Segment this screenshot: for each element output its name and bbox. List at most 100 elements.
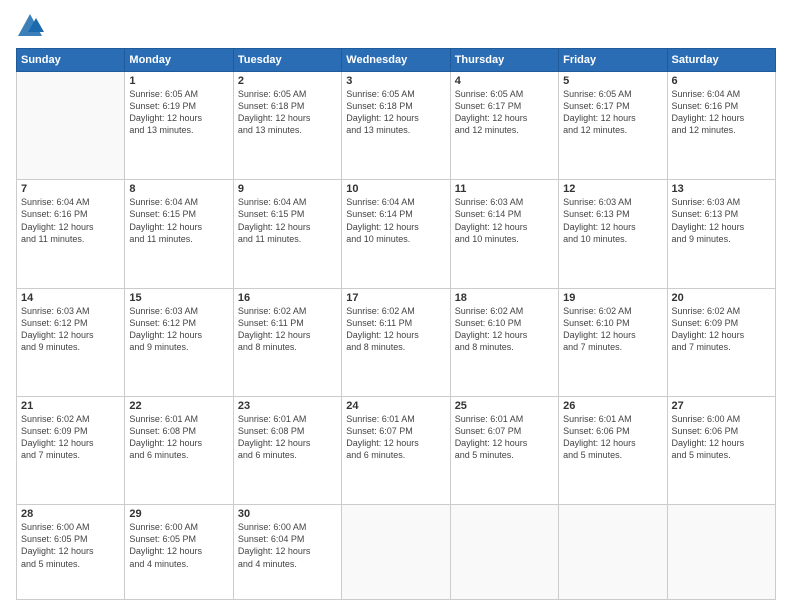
calendar-cell: 12Sunrise: 6:03 AMSunset: 6:13 PMDayligh… xyxy=(559,180,667,288)
day-number: 29 xyxy=(129,508,228,520)
day-info: Sunrise: 6:03 AMSunset: 6:12 PMDaylight:… xyxy=(129,305,228,354)
calendar-cell xyxy=(342,505,450,600)
day-number: 10 xyxy=(346,183,445,195)
day-info: Sunrise: 6:05 AMSunset: 6:17 PMDaylight:… xyxy=(455,88,554,137)
calendar-cell: 19Sunrise: 6:02 AMSunset: 6:10 PMDayligh… xyxy=(559,288,667,396)
calendar-cell: 24Sunrise: 6:01 AMSunset: 6:07 PMDayligh… xyxy=(342,396,450,504)
calendar-cell xyxy=(559,505,667,600)
calendar-cell: 3Sunrise: 6:05 AMSunset: 6:18 PMDaylight… xyxy=(342,72,450,180)
day-info: Sunrise: 6:02 AMSunset: 6:09 PMDaylight:… xyxy=(21,413,120,462)
day-number: 18 xyxy=(455,292,554,304)
calendar-cell: 11Sunrise: 6:03 AMSunset: 6:14 PMDayligh… xyxy=(450,180,558,288)
day-number: 24 xyxy=(346,400,445,412)
day-number: 20 xyxy=(672,292,771,304)
day-info: Sunrise: 6:01 AMSunset: 6:07 PMDaylight:… xyxy=(455,413,554,462)
day-info: Sunrise: 6:02 AMSunset: 6:09 PMDaylight:… xyxy=(672,305,771,354)
calendar-cell: 7Sunrise: 6:04 AMSunset: 6:16 PMDaylight… xyxy=(17,180,125,288)
calendar-cell: 25Sunrise: 6:01 AMSunset: 6:07 PMDayligh… xyxy=(450,396,558,504)
calendar-cell: 16Sunrise: 6:02 AMSunset: 6:11 PMDayligh… xyxy=(233,288,341,396)
day-info: Sunrise: 6:01 AMSunset: 6:08 PMDaylight:… xyxy=(129,413,228,462)
calendar-cell: 22Sunrise: 6:01 AMSunset: 6:08 PMDayligh… xyxy=(125,396,233,504)
calendar-cell: 27Sunrise: 6:00 AMSunset: 6:06 PMDayligh… xyxy=(667,396,775,504)
calendar-cell: 28Sunrise: 6:00 AMSunset: 6:05 PMDayligh… xyxy=(17,505,125,600)
day-info: Sunrise: 6:02 AMSunset: 6:10 PMDaylight:… xyxy=(563,305,662,354)
calendar-cell: 18Sunrise: 6:02 AMSunset: 6:10 PMDayligh… xyxy=(450,288,558,396)
day-number: 4 xyxy=(455,75,554,87)
weekday-header-wednesday: Wednesday xyxy=(342,49,450,72)
calendar-cell: 26Sunrise: 6:01 AMSunset: 6:06 PMDayligh… xyxy=(559,396,667,504)
day-info: Sunrise: 6:02 AMSunset: 6:11 PMDaylight:… xyxy=(238,305,337,354)
day-info: Sunrise: 6:00 AMSunset: 6:04 PMDaylight:… xyxy=(238,521,337,570)
day-info: Sunrise: 6:02 AMSunset: 6:11 PMDaylight:… xyxy=(346,305,445,354)
day-number: 13 xyxy=(672,183,771,195)
day-number: 17 xyxy=(346,292,445,304)
calendar-cell xyxy=(667,505,775,600)
weekday-header-row: SundayMondayTuesdayWednesdayThursdayFrid… xyxy=(17,49,776,72)
weekday-header-sunday: Sunday xyxy=(17,49,125,72)
day-number: 12 xyxy=(563,183,662,195)
day-info: Sunrise: 6:04 AMSunset: 6:16 PMDaylight:… xyxy=(672,88,771,137)
calendar-cell: 20Sunrise: 6:02 AMSunset: 6:09 PMDayligh… xyxy=(667,288,775,396)
day-number: 5 xyxy=(563,75,662,87)
day-info: Sunrise: 6:02 AMSunset: 6:10 PMDaylight:… xyxy=(455,305,554,354)
day-number: 6 xyxy=(672,75,771,87)
day-number: 19 xyxy=(563,292,662,304)
day-number: 2 xyxy=(238,75,337,87)
day-info: Sunrise: 6:04 AMSunset: 6:15 PMDaylight:… xyxy=(238,196,337,245)
calendar-cell xyxy=(450,505,558,600)
day-number: 11 xyxy=(455,183,554,195)
day-number: 28 xyxy=(21,508,120,520)
day-number: 9 xyxy=(238,183,337,195)
calendar-table: SundayMondayTuesdayWednesdayThursdayFrid… xyxy=(16,48,776,600)
day-number: 3 xyxy=(346,75,445,87)
day-number: 23 xyxy=(238,400,337,412)
calendar-week-row: 21Sunrise: 6:02 AMSunset: 6:09 PMDayligh… xyxy=(17,396,776,504)
weekday-header-thursday: Thursday xyxy=(450,49,558,72)
day-number: 1 xyxy=(129,75,228,87)
calendar-cell: 23Sunrise: 6:01 AMSunset: 6:08 PMDayligh… xyxy=(233,396,341,504)
day-info: Sunrise: 6:05 AMSunset: 6:17 PMDaylight:… xyxy=(563,88,662,137)
day-info: Sunrise: 6:01 AMSunset: 6:07 PMDaylight:… xyxy=(346,413,445,462)
day-info: Sunrise: 6:04 AMSunset: 6:15 PMDaylight:… xyxy=(129,196,228,245)
day-info: Sunrise: 6:00 AMSunset: 6:06 PMDaylight:… xyxy=(672,413,771,462)
calendar-cell: 9Sunrise: 6:04 AMSunset: 6:15 PMDaylight… xyxy=(233,180,341,288)
calendar-cell: 15Sunrise: 6:03 AMSunset: 6:12 PMDayligh… xyxy=(125,288,233,396)
logo xyxy=(16,12,48,40)
calendar-cell: 14Sunrise: 6:03 AMSunset: 6:12 PMDayligh… xyxy=(17,288,125,396)
day-info: Sunrise: 6:01 AMSunset: 6:06 PMDaylight:… xyxy=(563,413,662,462)
day-info: Sunrise: 6:01 AMSunset: 6:08 PMDaylight:… xyxy=(238,413,337,462)
day-number: 25 xyxy=(455,400,554,412)
header xyxy=(16,12,776,40)
calendar-cell: 5Sunrise: 6:05 AMSunset: 6:17 PMDaylight… xyxy=(559,72,667,180)
day-info: Sunrise: 6:03 AMSunset: 6:13 PMDaylight:… xyxy=(563,196,662,245)
day-info: Sunrise: 6:05 AMSunset: 6:19 PMDaylight:… xyxy=(129,88,228,137)
logo-icon xyxy=(16,12,44,40)
day-number: 7 xyxy=(21,183,120,195)
calendar-cell: 8Sunrise: 6:04 AMSunset: 6:15 PMDaylight… xyxy=(125,180,233,288)
day-number: 26 xyxy=(563,400,662,412)
day-number: 22 xyxy=(129,400,228,412)
day-info: Sunrise: 6:03 AMSunset: 6:13 PMDaylight:… xyxy=(672,196,771,245)
calendar-cell: 17Sunrise: 6:02 AMSunset: 6:11 PMDayligh… xyxy=(342,288,450,396)
day-info: Sunrise: 6:04 AMSunset: 6:14 PMDaylight:… xyxy=(346,196,445,245)
page: SundayMondayTuesdayWednesdayThursdayFrid… xyxy=(0,0,792,612)
day-number: 27 xyxy=(672,400,771,412)
calendar-cell: 6Sunrise: 6:04 AMSunset: 6:16 PMDaylight… xyxy=(667,72,775,180)
calendar-cell: 10Sunrise: 6:04 AMSunset: 6:14 PMDayligh… xyxy=(342,180,450,288)
calendar-cell: 29Sunrise: 6:00 AMSunset: 6:05 PMDayligh… xyxy=(125,505,233,600)
calendar-cell: 30Sunrise: 6:00 AMSunset: 6:04 PMDayligh… xyxy=(233,505,341,600)
day-number: 16 xyxy=(238,292,337,304)
weekday-header-saturday: Saturday xyxy=(667,49,775,72)
day-info: Sunrise: 6:00 AMSunset: 6:05 PMDaylight:… xyxy=(129,521,228,570)
calendar-week-row: 7Sunrise: 6:04 AMSunset: 6:16 PMDaylight… xyxy=(17,180,776,288)
calendar-cell: 2Sunrise: 6:05 AMSunset: 6:18 PMDaylight… xyxy=(233,72,341,180)
day-number: 15 xyxy=(129,292,228,304)
day-info: Sunrise: 6:03 AMSunset: 6:12 PMDaylight:… xyxy=(21,305,120,354)
calendar-week-row: 1Sunrise: 6:05 AMSunset: 6:19 PMDaylight… xyxy=(17,72,776,180)
calendar-cell: 21Sunrise: 6:02 AMSunset: 6:09 PMDayligh… xyxy=(17,396,125,504)
weekday-header-tuesday: Tuesday xyxy=(233,49,341,72)
day-info: Sunrise: 6:05 AMSunset: 6:18 PMDaylight:… xyxy=(346,88,445,137)
calendar-cell: 4Sunrise: 6:05 AMSunset: 6:17 PMDaylight… xyxy=(450,72,558,180)
calendar-week-row: 14Sunrise: 6:03 AMSunset: 6:12 PMDayligh… xyxy=(17,288,776,396)
day-info: Sunrise: 6:05 AMSunset: 6:18 PMDaylight:… xyxy=(238,88,337,137)
